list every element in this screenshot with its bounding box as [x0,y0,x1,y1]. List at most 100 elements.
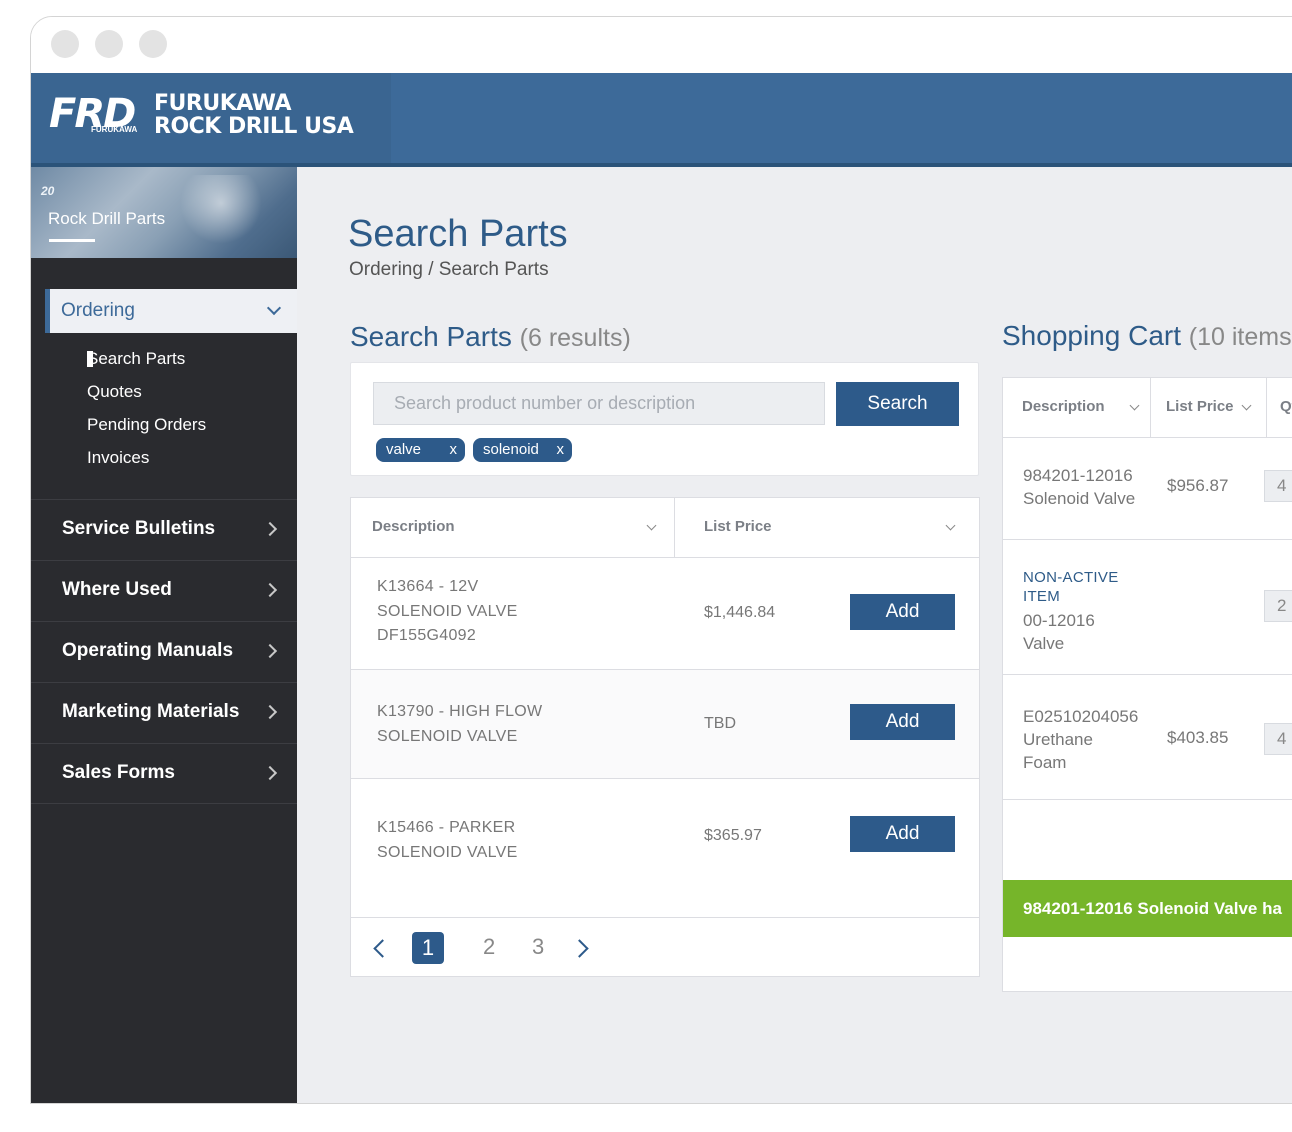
chevron-down-icon[interactable] [646,520,657,531]
part-description-line: K13790 - HIGH FLOW [377,703,543,720]
sidebar-subitem-label: Pending Orders [87,415,207,434]
chevron-right-icon [262,582,278,598]
results-table: Description List Price K13664 - 12V SOLE… [350,497,980,977]
chevron-down-icon[interactable] [1241,400,1252,411]
shopping-cart: Description List Price Qty 984201-12016 … [1002,377,1292,992]
quantity-field[interactable]: 4 [1264,470,1292,502]
filter-tag-solenoid[interactable]: solenoid x [473,438,572,462]
status-line: NON-ACTIVE [1023,569,1119,586]
page-link[interactable]: 3 [532,934,544,960]
chevron-right-icon [262,704,278,720]
part-description: K13790 - HIGH FLOW SOLENOID VALVE [377,700,542,749]
quantity-field[interactable]: 2 [1264,590,1292,622]
part-description-line: DF155G4092 [377,627,477,644]
table-row: K13790 - HIGH FLOW SOLENOID VALVE TBD Ad… [351,670,979,779]
chevron-left-icon[interactable] [373,939,392,958]
page-link[interactable]: 2 [483,934,495,960]
sidebar-subitem-label: Invoices [87,448,150,467]
cart-header: Description List Price Qty [1003,378,1292,438]
main-content: Search Parts Ordering / Search Parts Sea… [297,167,1292,1103]
part-description-line: SOLENOID VALVE [377,602,518,620]
column-header-qty[interactable]: Qty [1280,398,1292,415]
sidebar-item-operating-manuals[interactable]: Operating Manuals [31,621,297,682]
chevron-down-icon [266,300,282,316]
add-to-cart-button[interactable]: Add [850,704,955,740]
window-maximize-dot[interactable] [139,30,167,58]
part-description-line: SOLENOID VALVE [377,843,518,861]
part-description-line: K13664 - 12V [377,578,479,595]
search-section-title: Search Parts (6 results) [350,321,631,353]
cart-item-description: 00-12016 Valve [1023,609,1095,655]
cart-item-price: $403.85 [1167,728,1229,747]
search-input[interactable] [373,382,825,425]
column-divider [674,498,675,558]
part-price: $365.97 [704,827,762,844]
sidebar-item-where-used[interactable]: Where Used [31,560,297,621]
sidebar-item-label: Where Used [62,579,172,600]
table-row: K15466 - PARKER SOLENOID VALVE $365.97 A… [351,779,979,918]
cart-count: (10 items [1188,323,1292,351]
status-line: ITEM [1023,588,1061,605]
column-header-description[interactable]: Description [372,518,455,535]
sidebar-item-sales-forms[interactable]: Sales Forms [31,743,297,804]
quantity-field[interactable]: 4 [1264,723,1292,755]
cart-section-label: Shopping Cart [1002,320,1182,351]
sidebar-item-label: Ordering [61,300,135,321]
cart-item-line: Urethane [1023,730,1093,749]
search-button[interactable]: Search [836,382,959,426]
add-to-cart-button[interactable]: Add [850,816,955,852]
cart-item-line: Solenoid Valve [1023,489,1136,508]
part-description-line: SOLENOID VALVE [377,727,518,745]
cart-item-description: 984201-12016 Solenoid Valve [1023,464,1135,510]
column-header-list-price[interactable]: List Price [704,518,772,535]
logo-name-line1: FURUKAWA [154,91,292,116]
cart-item-description: E02510204056 Urethane Foam [1023,705,1138,774]
column-header-description[interactable]: Description [1022,398,1105,415]
chevron-down-icon[interactable] [945,520,956,531]
cart-row: E02510204056 Urethane Foam $403.85 4 [1003,675,1292,800]
breadcrumb: Ordering / Search Parts [349,259,549,280]
page-title: Search Parts [348,213,568,255]
sidebar-banner[interactable]: 20 Rock Drill Parts [31,167,297,258]
chevron-right-icon[interactable] [570,939,589,958]
part-description: K15466 - PARKER SOLENOID VALVE [377,816,518,865]
browser-window: FRD FURUKAWA FURUKAWA ROCK DRILL USA 20 … [30,16,1292,1104]
banner-underline [49,239,95,242]
logo[interactable]: FRD FURUKAWA FURUKAWA ROCK DRILL USA [31,73,391,163]
cart-section-title: Shopping Cart (10 items [1002,320,1292,352]
cart-row: 984201-12016 Solenoid Valve $956.87 4 [1003,438,1292,540]
sidebar-subitem-label: Quotes [87,382,142,401]
table-header: Description List Price [351,498,979,558]
sidebar: 20 Rock Drill Parts Ordering Search Part… [31,167,297,1103]
add-to-cart-button[interactable]: Add [850,594,955,630]
tag-remove-icon[interactable]: x [557,441,565,458]
sidebar-item-ordering[interactable]: Ordering [45,289,297,333]
column-divider [1150,378,1151,438]
sidebar-item-label: Sales Forms [62,762,175,783]
sidebar-item-label: Service Bulletins [62,518,216,539]
cart-item-line: Foam [1023,753,1067,772]
tag-remove-icon[interactable]: x [450,441,458,458]
sidebar-item-label: Marketing Materials [62,701,240,722]
filter-tag-valve[interactable]: valve x [376,438,465,462]
chevron-right-icon [262,643,278,659]
part-description: K13664 - 12V SOLENOID VALVE DF155G4092 [377,575,518,649]
search-panel: Search valve x solenoid x [350,362,979,476]
sidebar-item-marketing-materials[interactable]: Marketing Materials [31,682,297,743]
column-header-list-price[interactable]: List Price [1166,398,1234,415]
logo-small-text: FURUKAWA [91,125,138,134]
window-close-dot[interactable] [51,30,79,58]
non-active-status: NON-ACTIVE ITEM [1023,568,1119,606]
chevron-right-icon [262,521,278,537]
cart-row: NON-ACTIVE ITEM 00-12016 Valve 2 [1003,540,1292,675]
table-row: K13664 - 12V SOLENOID VALVE DF155G4092 $… [351,558,979,670]
window-titlebar [31,17,1292,73]
sidebar-item-service-bulletins[interactable]: Service Bulletins [31,499,297,560]
page-current[interactable]: 1 [412,932,444,964]
cart-item-line: Valve [1023,634,1065,653]
part-description-line: K15466 - PARKER [377,819,516,836]
chevron-down-icon[interactable] [1129,400,1140,411]
tag-label: valve [386,441,422,458]
window-minimize-dot[interactable] [95,30,123,58]
sidebar-subitem-label: Search Parts [87,349,186,368]
